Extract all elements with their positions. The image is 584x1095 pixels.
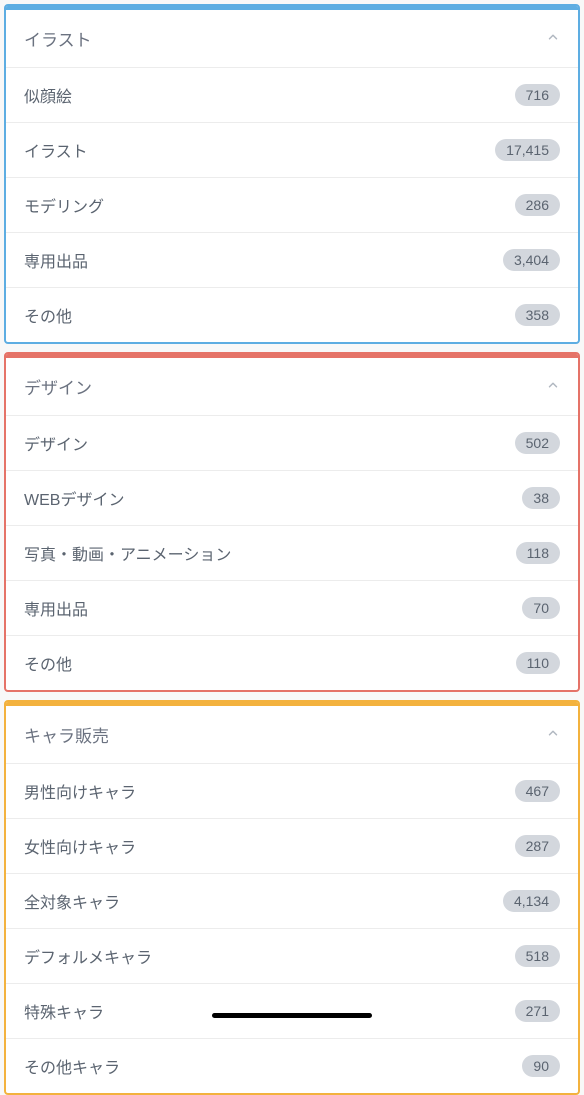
item-label: 男性向けキャラ [24, 779, 136, 803]
count-badge: 358 [515, 304, 560, 326]
count-badge: 467 [515, 780, 560, 802]
count-badge: 716 [515, 84, 560, 106]
category-item[interactable]: モデリング 286 [6, 178, 578, 233]
chevron-up-icon [546, 378, 560, 395]
item-label: 専用出品 [24, 596, 88, 620]
count-badge: 518 [515, 945, 560, 967]
chevron-up-icon [546, 726, 560, 743]
item-label: その他キャラ [24, 1054, 120, 1078]
home-indicator [212, 1013, 372, 1018]
count-badge: 17,415 [495, 139, 560, 161]
category-item[interactable]: その他 110 [6, 636, 578, 690]
item-label: WEBデザイン [24, 486, 124, 510]
category-panel: デザインデザイン502WEBデザイン38写真・動画・アニメーション118専用出品… [4, 352, 580, 692]
category-title: イラスト [24, 26, 92, 51]
count-badge: 502 [515, 432, 560, 454]
item-label: モデリング [24, 193, 104, 217]
category-title: デザイン [24, 374, 92, 399]
count-badge: 118 [516, 542, 560, 564]
category-title: キャラ販売 [24, 722, 109, 747]
category-header[interactable]: キャラ販売 [6, 702, 578, 764]
item-label: 専用出品 [24, 248, 88, 272]
category-item[interactable]: 特殊キャラ 271 [6, 984, 578, 1039]
item-label: 女性向けキャラ [24, 834, 136, 858]
count-badge: 3,404 [503, 249, 560, 271]
category-item[interactable]: デフォルメキャラ 518 [6, 929, 578, 984]
category-panel: イラスト似顔絵716イラスト17,415モデリング286専用出品3,404その他… [4, 4, 580, 344]
category-item[interactable]: 専用出品 3,404 [6, 233, 578, 288]
item-label: デザイン [24, 431, 88, 455]
category-item[interactable]: デザイン 502 [6, 416, 578, 471]
category-item[interactable]: その他 358 [6, 288, 578, 342]
category-item[interactable]: 似顔絵 716 [6, 68, 578, 123]
item-label: デフォルメキャラ [24, 944, 152, 968]
count-badge: 38 [522, 487, 560, 509]
item-label: 写真・動画・アニメーション [24, 541, 231, 565]
category-panel: キャラ販売男性向けキャラ 467 女性向けキャラ 287 全対象キャラ 4,134 デフォル… [4, 700, 580, 1095]
count-badge: 4,134 [503, 890, 560, 912]
category-item[interactable]: 専用出品 70 [6, 581, 578, 636]
item-label: 特殊キャラ [24, 999, 104, 1023]
category-item[interactable]: その他キャラ 90 [6, 1039, 578, 1093]
count-badge: 110 [516, 652, 560, 674]
count-badge: 90 [522, 1055, 560, 1077]
category-item[interactable]: WEBデザイン 38 [6, 471, 578, 526]
item-label: イラスト [24, 138, 88, 162]
category-header[interactable]: イラスト [6, 6, 578, 68]
item-label: その他 [24, 651, 72, 675]
count-badge: 70 [522, 597, 560, 619]
category-item[interactable]: 全対象キャラ 4,134 [6, 874, 578, 929]
category-item[interactable]: 写真・動画・アニメーション 118 [6, 526, 578, 581]
chevron-up-icon [546, 30, 560, 47]
count-badge: 271 [515, 1000, 560, 1022]
category-header[interactable]: デザイン [6, 354, 578, 416]
item-label: 全対象キャラ [24, 889, 120, 913]
item-label: その他 [24, 303, 72, 327]
category-item[interactable]: 女性向けキャラ 287 [6, 819, 578, 874]
category-item[interactable]: イラスト 17,415 [6, 123, 578, 178]
count-badge: 287 [515, 835, 560, 857]
count-badge: 286 [515, 194, 560, 216]
item-label: 似顔絵 [24, 83, 72, 107]
category-item[interactable]: 男性向けキャラ 467 [6, 764, 578, 819]
